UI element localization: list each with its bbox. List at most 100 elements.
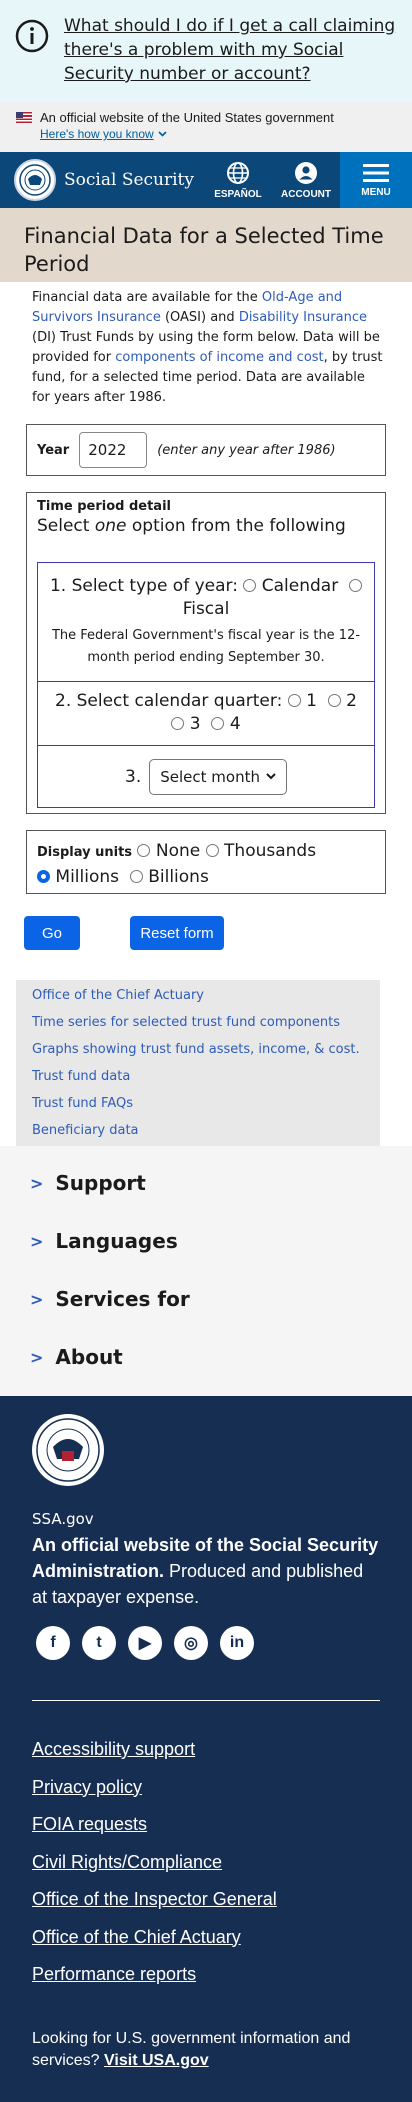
chevron-right-icon: >	[30, 1173, 44, 1193]
social-links: f t ▶ ◎ in	[36, 1626, 380, 1660]
facebook-icon[interactable]: f	[36, 1626, 70, 1660]
related-link[interactable]: Trust fund data	[32, 1063, 364, 1090]
quarter-4-radio[interactable]	[211, 717, 225, 730]
year-label: Year	[37, 442, 70, 458]
us-flag-icon	[16, 112, 32, 123]
accordion-languages[interactable]: > Languages	[30, 1212, 412, 1270]
units-thousands-radio[interactable]	[205, 844, 219, 857]
year-fieldset: Year 2022 (enter any year after 1986)	[26, 424, 386, 476]
quarter-3-label: 3	[189, 714, 201, 734]
quarter-1-label: 1	[306, 691, 317, 711]
chevron-down-icon	[158, 131, 167, 137]
time-period-fieldset: Time period detail Select one option fro…	[26, 492, 386, 814]
twitter-icon[interactable]: t	[82, 1626, 116, 1660]
how-you-know-label: Here's how you know	[40, 127, 154, 141]
quarter-question: 2. Select calendar quarter: 1 2 3 4	[44, 690, 368, 736]
hamburger-icon	[363, 163, 389, 182]
quarter-2-radio[interactable]	[327, 694, 341, 707]
month-row: 3. Select month	[38, 745, 374, 807]
usa-gov-callout: Looking for U.S. government information …	[32, 2028, 380, 2072]
page-title: Financial Data for a Selected Time Perio…	[24, 224, 384, 276]
year-input[interactable]: 2022	[79, 432, 148, 468]
account-icon	[295, 161, 317, 184]
di-link[interactable]: Disability Insurance	[239, 310, 367, 325]
chevron-down-icon	[266, 773, 276, 780]
page-title-band: Financial Data for a Selected Time Perio…	[0, 208, 412, 282]
fiscal-year-note: The Federal Government's fiscal year is …	[51, 628, 361, 665]
footer-official-statement: An official website of the Social Securi…	[32, 1532, 380, 1610]
instr-post: option from the following	[126, 516, 346, 536]
espanol-button[interactable]: ESPAÑOL	[204, 152, 272, 208]
home-link[interactable]: Social Security	[0, 152, 204, 208]
related-links: Office of the Chief Actuary Time series …	[16, 980, 380, 1146]
related-link[interactable]: Trust fund FAQs	[32, 1090, 364, 1117]
menu-button[interactable]: MENU	[340, 152, 412, 208]
units-billions-radio[interactable]	[129, 870, 143, 883]
account-label: ACCOUNT	[281, 188, 331, 200]
footer-link[interactable]: Performance reports	[32, 1956, 380, 1994]
year-type-label: 1. Select type of year:	[49, 576, 238, 596]
units-millions-label: Millions	[55, 867, 119, 887]
how-you-know-toggle[interactable]: Here's how you know	[40, 127, 167, 141]
menu-label: MENU	[361, 186, 391, 198]
info-icon	[15, 19, 49, 53]
related-link[interactable]: Graphs showing trust fund assets, income…	[32, 1036, 364, 1063]
month-select[interactable]: Select month	[149, 758, 287, 795]
footer-link[interactable]: Office of the Inspector General	[32, 1881, 380, 1919]
time-period-instruction: Select one option from the following	[37, 516, 375, 536]
main-content: Financial data are available for the Old…	[0, 282, 412, 950]
components-link[interactable]: components of income and cost	[115, 350, 323, 365]
site-header: Social Security ESPAÑOL ACCOUNT MENU	[0, 152, 412, 208]
instr-pre: Select	[37, 516, 95, 536]
instagram-icon[interactable]: ◎	[174, 1626, 208, 1660]
account-button[interactable]: ACCOUNT	[272, 152, 340, 208]
accordion-about[interactable]: > About	[30, 1328, 412, 1386]
linkedin-icon[interactable]: in	[220, 1626, 254, 1660]
calendar-label: Calendar	[261, 576, 339, 596]
scam-alert-link[interactable]: What should I do if I get a call claimin…	[64, 14, 398, 86]
chevron-right-icon: >	[30, 1347, 44, 1367]
ssa-seal-icon	[14, 159, 56, 201]
units-none-radio[interactable]	[137, 844, 151, 857]
site-footer: SSA.gov An official website of the Socia…	[0, 1396, 412, 2102]
footer-link[interactable]: Accessibility support	[32, 1731, 380, 1769]
quarter-label: 2. Select calendar quarter:	[55, 691, 283, 711]
accordion-label: Languages	[55, 1229, 178, 1253]
year-type-question: 1. Select type of year: Calendar Fiscal	[44, 575, 368, 621]
go-button[interactable]: Go	[24, 916, 80, 950]
quarter-1-radio[interactable]	[287, 694, 301, 707]
instr-em: one	[94, 516, 127, 536]
intro-paragraph: Financial data are available for the Old…	[32, 288, 384, 408]
month-number: 3.	[125, 766, 142, 787]
footer-link[interactable]: Privacy policy	[32, 1769, 380, 1807]
youtube-icon[interactable]: ▶	[128, 1626, 162, 1660]
footer-link[interactable]: Office of the Chief Actuary	[32, 1919, 380, 1957]
footer-link[interactable]: Civil Rights/Compliance	[32, 1844, 380, 1882]
gov-banner: An official website of the United States…	[0, 102, 412, 152]
quarter-2-label: 2	[346, 691, 357, 711]
accordion-services-for[interactable]: > Services for	[30, 1270, 412, 1328]
footer-link[interactable]: FOIA requests	[32, 1806, 380, 1844]
accordion-label: Services for	[55, 1287, 190, 1311]
chevron-right-icon: >	[30, 1289, 44, 1309]
year-type-row: 1. Select type of year: Calendar Fiscal …	[38, 563, 374, 681]
reset-form-button[interactable]: Reset form	[130, 916, 224, 950]
related-link[interactable]: Office of the Chief Actuary	[32, 982, 364, 1009]
gov-banner-text: An official website of the United States…	[40, 110, 334, 125]
fiscal-radio[interactable]	[349, 579, 363, 592]
quarter-3-radio[interactable]	[171, 717, 185, 730]
units-millions-radio[interactable]	[37, 870, 50, 883]
units-thousands-label: Thousands	[224, 841, 317, 861]
time-period-legend: Time period detail	[37, 499, 171, 514]
accordion-label: About	[55, 1345, 123, 1369]
fiscal-label: Fiscal	[182, 599, 230, 619]
display-units-fieldset: Display units None Thousands Millions Bi…	[26, 830, 386, 894]
calendar-radio[interactable]	[243, 579, 257, 592]
month-select-value: Select month	[160, 767, 260, 786]
related-link[interactable]: Beneficiary data	[32, 1117, 364, 1144]
related-link[interactable]: Time series for selected trust fund comp…	[32, 1009, 364, 1036]
footer-accordion: > Support > Languages > Services for > About	[0, 1146, 412, 1396]
form-actions: Go Reset form	[24, 916, 384, 950]
accordion-support[interactable]: > Support	[30, 1154, 412, 1212]
usa-gov-link[interactable]: Visit USA.gov	[104, 2052, 209, 2069]
